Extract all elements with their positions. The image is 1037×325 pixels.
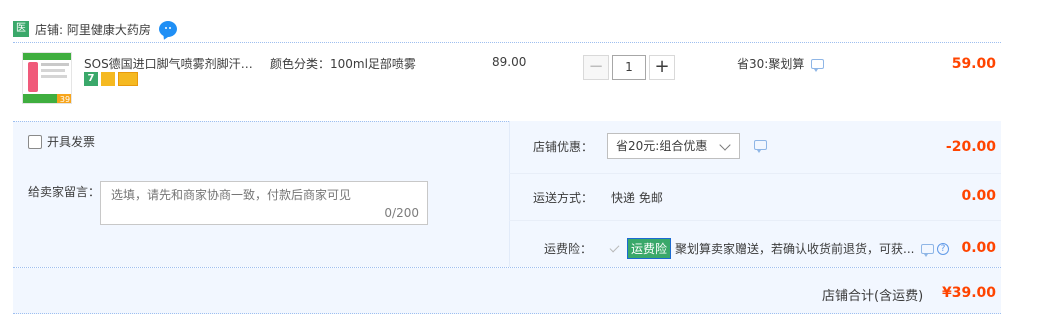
unit-price: 89.00 bbox=[492, 55, 527, 69]
seven-day-return-icon: 7 bbox=[84, 72, 98, 86]
shipping-label: 运送方式： bbox=[533, 191, 594, 205]
shop-header: 医 店铺: 阿里健康大药房 bbox=[13, 19, 177, 39]
product-sku: 颜色分类：100ml足部喷雾 bbox=[270, 57, 416, 71]
quantity-input[interactable]: 1 bbox=[612, 55, 646, 80]
pharmacy-badge-icon: 医 bbox=[13, 21, 29, 37]
credit-card-icon bbox=[118, 72, 138, 86]
discount-select[interactable]: 省20元:组合优惠 bbox=[607, 133, 740, 159]
shop-name[interactable]: 店铺: 阿里健康大药房 bbox=[35, 21, 151, 38]
saving-info: 省30:聚划算 bbox=[737, 55, 825, 72]
invoice-option[interactable]: 开具发票 bbox=[28, 133, 95, 150]
discount-label: 店铺优惠： bbox=[533, 140, 594, 154]
shipping-amount: 0.00 bbox=[961, 188, 996, 204]
saving-text: 省30:聚划算 bbox=[737, 57, 805, 71]
service-tags: 7 bbox=[84, 72, 141, 86]
message-icon[interactable] bbox=[811, 58, 825, 72]
thumbnail-price-tag: 39 bbox=[57, 94, 71, 103]
message-icon[interactable] bbox=[754, 140, 767, 153]
invoice-label: 开具发票 bbox=[47, 135, 96, 149]
insurance-label: 运费险： bbox=[544, 242, 593, 256]
insurance-description: 聚划算卖家赠送，若确认收货前退货，可获... bbox=[675, 242, 915, 256]
discount-select-value: 省20元:组合优惠 bbox=[616, 139, 708, 153]
divider bbox=[509, 173, 1001, 174]
item-total: 59.00 bbox=[951, 56, 996, 72]
product-thumbnail[interactable]: 39 bbox=[22, 52, 72, 104]
product-title[interactable]: SOS德国进口脚气喷雾剂脚汗去... bbox=[84, 55, 264, 72]
help-icon[interactable]: ? bbox=[937, 242, 950, 255]
quantity-stepper: − 1 + bbox=[583, 55, 675, 80]
insurance-tag: 运费险 bbox=[627, 238, 672, 259]
memo-field[interactable]: 0/200 bbox=[100, 181, 428, 225]
divider bbox=[13, 42, 1001, 43]
insurance-amount: 0.00 bbox=[961, 240, 996, 256]
insurance-checkbox[interactable] bbox=[608, 242, 622, 256]
divider bbox=[509, 220, 1001, 221]
quantity-plus-button[interactable]: + bbox=[649, 55, 675, 80]
chevron-down-icon bbox=[719, 139, 731, 151]
insurance-row: 运费险 聚划算卖家赠送，若确认收货前退货，可获... ? bbox=[608, 238, 950, 259]
invoice-checkbox[interactable] bbox=[28, 134, 42, 149]
shop-total-label: 店铺合计(含运费) bbox=[822, 289, 924, 304]
shipping-method: 快递 免邮 bbox=[611, 191, 663, 205]
guarantee-shield-icon bbox=[101, 72, 115, 86]
message-icon[interactable] bbox=[921, 243, 935, 257]
quantity-minus-button[interactable]: − bbox=[583, 55, 609, 80]
memo-input[interactable] bbox=[111, 188, 411, 202]
shop-total-amount: ¥39.00 bbox=[941, 285, 996, 301]
chat-bubble-icon[interactable] bbox=[158, 21, 177, 37]
memo-char-count: 0/200 bbox=[384, 206, 419, 220]
memo-label: 给卖家留言： bbox=[28, 185, 101, 199]
discount-amount: -20.00 bbox=[945, 139, 996, 155]
